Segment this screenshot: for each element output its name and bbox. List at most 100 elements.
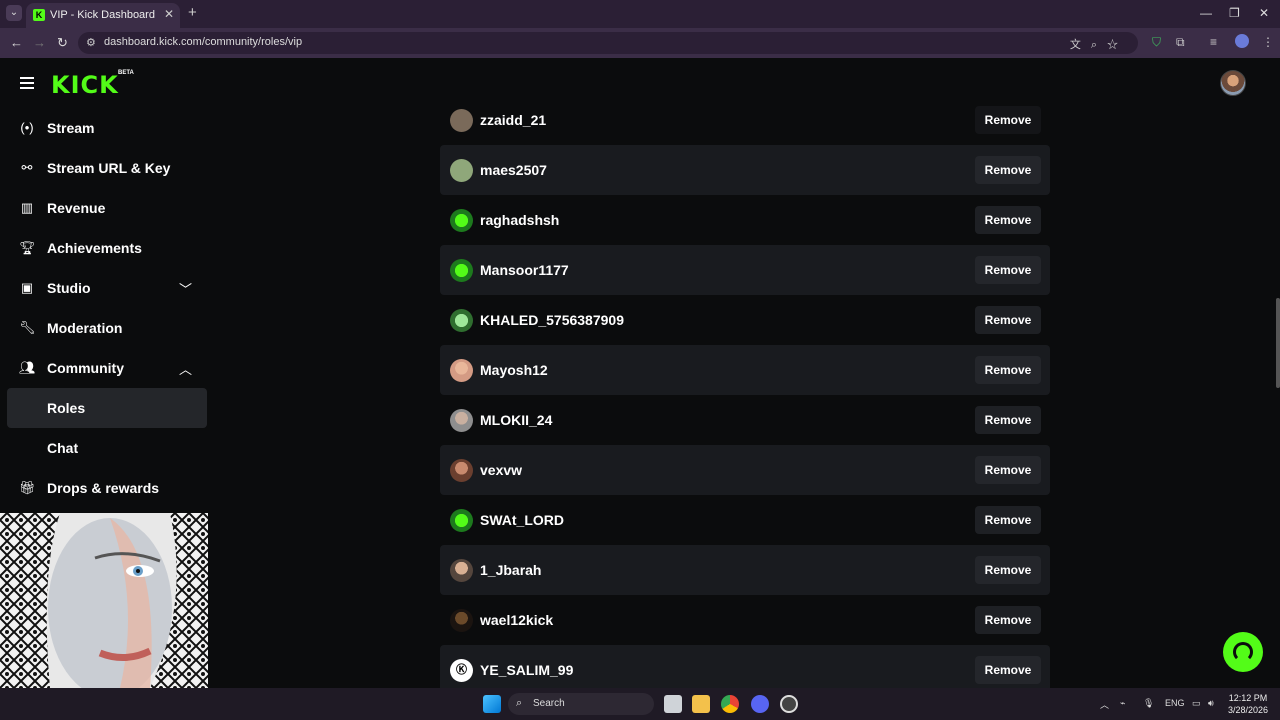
forward-icon[interactable]: → [33, 35, 46, 50]
browser-tab[interactable]: K VIP - Kick Dashboard ✕ [26, 3, 180, 28]
media-control-icon[interactable]: ≡ [1210, 35, 1217, 49]
tab-close-icon[interactable]: ✕ [164, 7, 174, 21]
user-avatar [450, 459, 473, 482]
remove-button[interactable]: Remove [975, 456, 1041, 484]
url-actions-icons[interactable]: 文⌕☆ [1070, 36, 1128, 52]
remove-button[interactable]: Remove [975, 306, 1041, 334]
username: Mayosh12 [480, 362, 548, 378]
restore-icon[interactable]: ❐ [1229, 6, 1240, 20]
tray-chevron-icon[interactable]: ︿ [1100, 698, 1109, 711]
remove-button[interactable]: Remove [975, 356, 1041, 384]
remove-button[interactable]: Remove [975, 406, 1041, 434]
system-clock[interactable]: 12:12 PM 3/28/2026 [1228, 692, 1268, 716]
page-scrollbar[interactable] [1276, 298, 1280, 388]
user-avatar [450, 209, 473, 232]
sidebar-item-label: Moderation [47, 320, 123, 336]
sidebar: (•) Stream ⚯ Stream URL & Key ▥ Revenue … [0, 108, 208, 563]
task-view-icon[interactable] [664, 695, 682, 713]
sidebar-item-community[interactable]: 👥︎ Community ︿ [7, 348, 207, 388]
remove-button[interactable]: Remove [975, 556, 1041, 584]
sidebar-item-label: Stream URL & Key [47, 160, 171, 176]
list-item: Mansoor1177 Remove [440, 245, 1050, 295]
kick-logo[interactable]: KICK [51, 71, 119, 99]
username: 1_Jbarah [480, 562, 542, 578]
new-tab-icon[interactable]: + [188, 4, 197, 21]
file-explorer-icon[interactable] [692, 695, 710, 713]
sidebar-item-chat[interactable]: Chat [7, 428, 207, 468]
user-avatar [450, 359, 473, 382]
windows-start-icon[interactable] [483, 695, 501, 713]
address-bar-row: ← → ↻ ⚙ dashboard.kick.com/community/rol… [0, 28, 1280, 58]
sidebar-item-label: Revenue [47, 200, 106, 216]
shield-extension-icon[interactable]: ⛉ [1152, 35, 1161, 50]
discord-icon[interactable] [751, 695, 769, 713]
window-close-icon[interactable]: ✕ [1259, 6, 1269, 20]
username: wael12kick [480, 612, 554, 628]
taskbar-search[interactable]: ⌕ Search [508, 693, 654, 715]
beta-badge: BETA [118, 70, 134, 76]
remove-button[interactable]: Remove [975, 206, 1041, 234]
remove-button[interactable]: Remove [975, 106, 1041, 134]
user-avatar [450, 259, 473, 282]
reload-icon[interactable]: ↻ [57, 35, 68, 51]
wrench-icon: 🔧︎ [19, 320, 36, 335]
user-avatar [450, 609, 473, 632]
menu-dots-icon[interactable]: ⋮ [1262, 35, 1274, 49]
sidebar-item-roles[interactable]: Roles [7, 388, 207, 428]
trophy-icon: 🏆︎ [19, 240, 36, 255]
network-icon[interactable]: ⌁ [1120, 698, 1125, 709]
list-item: KHALED_5756387909 Remove [440, 295, 1050, 345]
sidebar-item-label: Community [47, 360, 124, 376]
username: maes2507 [480, 162, 547, 178]
extensions-icon[interactable]: ⧉ [1176, 35, 1185, 50]
broadcast-icon: (•) [20, 120, 34, 135]
sidebar-item-revenue[interactable]: ▥ Revenue [7, 188, 207, 228]
remove-button[interactable]: Remove [975, 256, 1041, 284]
back-icon[interactable]: ← [10, 35, 23, 50]
url-field[interactable]: ⚙ dashboard.kick.com/community/roles/vip… [78, 32, 1138, 54]
language-indicator[interactable]: ENG [1165, 698, 1185, 708]
minimize-icon[interactable]: — [1200, 6, 1212, 20]
list-item: maes2507 Remove [440, 145, 1050, 195]
chevron-down-icon: ﹀ [179, 282, 193, 297]
tab-title: VIP - Kick Dashboard [50, 9, 155, 21]
site-info-icon[interactable]: ⚙ [86, 36, 96, 49]
sidebar-item-studio[interactable]: ▣ Studio ﹀ [7, 268, 207, 308]
profile-icon[interactable] [1235, 34, 1249, 48]
chrome-icon[interactable] [721, 695, 739, 713]
chevron-up-icon: ︿ [179, 362, 193, 377]
hamburger-menu-icon[interactable] [20, 77, 34, 89]
username: raghadshsh [480, 212, 560, 228]
user-avatar[interactable] [1220, 70, 1246, 96]
username: YE_SALIM_99 [480, 662, 574, 678]
username: SWAt_LORD [480, 512, 564, 528]
sidebar-item-drops-rewards[interactable]: 🎁︎ Drops & rewards [7, 468, 207, 508]
clock-date: 3/28/2026 [1228, 705, 1269, 715]
headset-icon [1233, 642, 1253, 662]
mic-icon[interactable]: 🎙︎ [1143, 698, 1154, 709]
sidebar-item-achievements[interactable]: 🏆︎ Achievements [7, 228, 207, 268]
sidebar-item-label: Stream [47, 120, 95, 136]
app-icon[interactable] [780, 695, 798, 713]
sidebar-item-label: Studio [47, 280, 91, 296]
volume-icon[interactable]: 🔊︎ [1208, 698, 1214, 709]
search-icon: ⌕ [516, 697, 523, 709]
users-icon: 👥︎ [19, 360, 36, 375]
list-item: SWAt_LORD Remove [440, 495, 1050, 545]
gift-icon: 🎁︎ [19, 480, 36, 495]
tab-search-icon[interactable]: ⌄ [6, 5, 22, 21]
sidebar-item-stream-url-key[interactable]: ⚯ Stream URL & Key [7, 148, 207, 188]
kick-favicon-icon: K [33, 9, 45, 21]
list-item: Mayosh12 Remove [440, 345, 1050, 395]
remove-button[interactable]: Remove [975, 606, 1041, 634]
studio-icon: ▣ [20, 280, 34, 295]
username: vexvw [480, 462, 523, 478]
support-chat-button[interactable] [1223, 632, 1263, 672]
remove-button[interactable]: Remove [975, 156, 1041, 184]
display-icon[interactable]: ▭ [1192, 698, 1201, 709]
remove-button[interactable]: Remove [975, 656, 1041, 684]
user-avatar [450, 159, 473, 182]
remove-button[interactable]: Remove [975, 506, 1041, 534]
sidebar-item-moderation[interactable]: 🔧︎ Moderation [7, 308, 207, 348]
sidebar-item-stream[interactable]: (•) Stream [7, 108, 207, 148]
